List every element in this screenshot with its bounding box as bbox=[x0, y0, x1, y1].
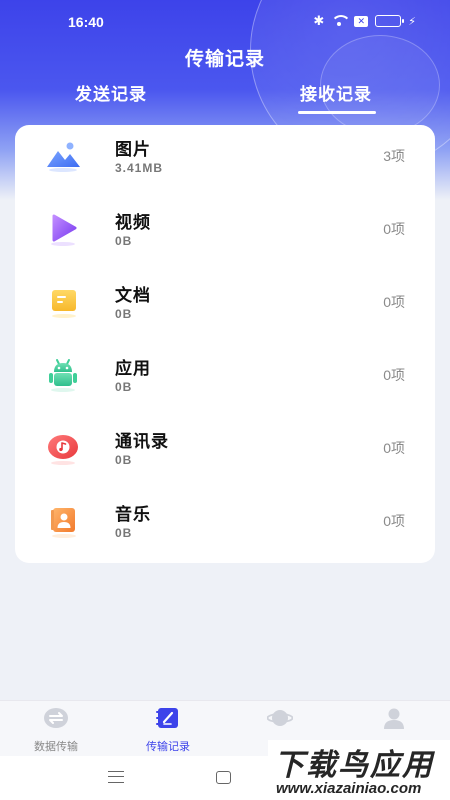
record-count: 0项 bbox=[383, 513, 405, 529]
nav-item-transfer-records[interactable]: 传输记录 bbox=[118, 707, 218, 754]
record-icon bbox=[156, 708, 178, 728]
charging-icon: ⚡ bbox=[408, 15, 416, 28]
nav-item-data-transfer[interactable]: 数据传输 bbox=[6, 707, 106, 754]
record-name: 视频 bbox=[115, 213, 151, 232]
status-bar: 16:40 ✱ ✕ ⚡ bbox=[0, 0, 450, 44]
record-row-images[interactable]: 图片 3.41MB 3项 bbox=[15, 125, 435, 185]
record-count: 3项 bbox=[383, 148, 405, 164]
record-count: 0项 bbox=[383, 367, 405, 383]
record-count: 0项 bbox=[383, 440, 405, 456]
record-count: 0项 bbox=[383, 294, 405, 310]
nav-label: 数据传输 bbox=[34, 741, 78, 753]
contacts-icon bbox=[48, 435, 78, 465]
record-count: 0项 bbox=[383, 221, 405, 237]
transfer-icon bbox=[44, 708, 68, 728]
records-card: 图片 3.41MB 3项 视频 0B 0项 文档 0B 0项 应用 0B 0项 … bbox=[15, 125, 435, 563]
record-row-videos[interactable]: 视频 0B 0项 bbox=[15, 198, 435, 258]
music-icon bbox=[51, 508, 76, 538]
recent-apps-icon[interactable] bbox=[108, 771, 124, 783]
active-tab-indicator bbox=[298, 111, 376, 114]
tab-send-records[interactable]: 发送记录 bbox=[75, 80, 147, 105]
record-name: 通讯录 bbox=[115, 432, 169, 451]
watermark-title: 下载鸟应用 bbox=[274, 749, 434, 782]
video-play-icon bbox=[51, 214, 77, 246]
user-icon bbox=[384, 708, 404, 729]
android-icon bbox=[49, 359, 77, 392]
image-icon bbox=[47, 142, 80, 172]
record-size: 0B bbox=[115, 234, 133, 248]
record-name: 图片 bbox=[115, 140, 151, 159]
home-icon[interactable] bbox=[216, 771, 231, 784]
battery-icon bbox=[375, 15, 405, 27]
record-row-documents[interactable]: 文档 0B 0项 bbox=[15, 271, 435, 331]
watermark: 下载鸟应用 www.xiazainiao.com bbox=[268, 740, 450, 800]
record-size: 3.41MB bbox=[115, 161, 164, 175]
status-icons: ✱ ✕ ⚡ bbox=[313, 13, 416, 29]
document-icon bbox=[52, 290, 76, 318]
record-name: 应用 bbox=[115, 359, 151, 378]
planet-icon bbox=[266, 710, 294, 726]
sim-off-icon: ✕ bbox=[354, 15, 369, 27]
record-name: 文档 bbox=[115, 286, 151, 305]
record-row-apps[interactable]: 应用 0B 0项 bbox=[15, 344, 435, 404]
record-row-contacts[interactable]: 通讯录 0B 0项 bbox=[15, 417, 435, 477]
record-row-music[interactable]: 音乐 0B 0项 bbox=[15, 490, 435, 550]
bluetooth-icon: ✱ bbox=[313, 13, 325, 28]
watermark-url: www.xiazainiao.com bbox=[276, 780, 422, 797]
record-size: 0B bbox=[115, 307, 133, 321]
status-time: 16:40 bbox=[68, 14, 104, 30]
record-name: 音乐 bbox=[115, 505, 151, 524]
record-size: 0B bbox=[115, 453, 133, 467]
nav-label: 传输记录 bbox=[146, 741, 190, 753]
record-size: 0B bbox=[115, 380, 133, 394]
tab-receive-records[interactable]: 接收记录 bbox=[300, 80, 372, 105]
page-title: 传输记录 bbox=[184, 49, 265, 70]
wifi-icon bbox=[331, 15, 352, 27]
nav-item-profile[interactable] bbox=[344, 707, 444, 738]
record-size: 0B bbox=[115, 526, 133, 540]
